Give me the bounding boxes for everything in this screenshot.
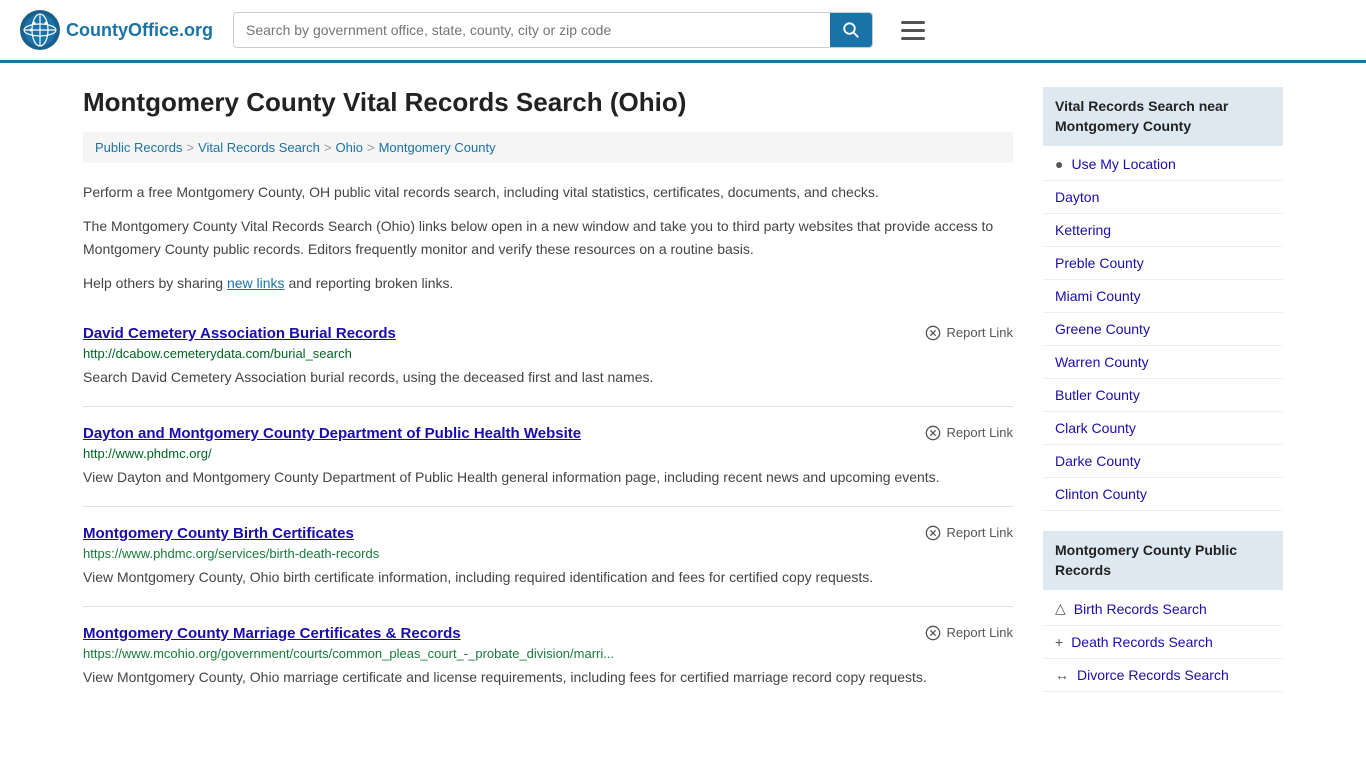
- breadcrumb-montgomery[interactable]: Montgomery County: [379, 140, 496, 155]
- nearby-link[interactable]: Clinton County: [1055, 486, 1147, 502]
- search-input[interactable]: [234, 14, 830, 46]
- sidebar: Vital Records Search near Montgomery Cou…: [1043, 87, 1283, 712]
- sidebar-item-death-records[interactable]: + Death Records Search: [1043, 626, 1283, 659]
- menu-button[interactable]: [893, 17, 933, 44]
- sidebar-item-use-my-location[interactable]: ● Use My Location: [1043, 148, 1283, 181]
- logo-icon: [20, 10, 60, 50]
- nearby-link[interactable]: Greene County: [1055, 321, 1150, 337]
- sidebar-item-dayton[interactable]: Dayton: [1043, 181, 1283, 214]
- record-item: Montgomery County Marriage Certificates …: [83, 606, 1013, 706]
- nearby-link[interactable]: Darke County: [1055, 453, 1141, 469]
- sidebar-item-greene-county[interactable]: Greene County: [1043, 313, 1283, 346]
- record-url: https://www.phdmc.org/services/birth-dea…: [83, 546, 1013, 561]
- sidebar-item-kettering[interactable]: Kettering: [1043, 214, 1283, 247]
- record-desc: View Montgomery County, Ohio marriage ce…: [83, 667, 1013, 688]
- sidebar-nearby-header: Vital Records Search near Montgomery Cou…: [1043, 87, 1283, 146]
- report-icon: [925, 325, 941, 341]
- sidebar-item-clinton-county[interactable]: Clinton County: [1043, 478, 1283, 511]
- record-title[interactable]: Dayton and Montgomery County Department …: [83, 425, 581, 442]
- record-header: Montgomery County Birth Certificates Rep…: [83, 525, 1013, 542]
- nearby-link[interactable]: Miami County: [1055, 288, 1141, 304]
- header: CountyOffice.org: [0, 0, 1366, 63]
- sidebar-item-warren-county[interactable]: Warren County: [1043, 346, 1283, 379]
- sidebar-item-miami-county[interactable]: Miami County: [1043, 280, 1283, 313]
- description-1: Perform a free Montgomery County, OH pub…: [83, 181, 1013, 203]
- search-icon: [842, 21, 860, 39]
- sidebar-item-butler-county[interactable]: Butler County: [1043, 379, 1283, 412]
- search-button[interactable]: [830, 13, 872, 47]
- public-records-link[interactable]: Death Records Search: [1071, 634, 1213, 650]
- report-icon: [925, 525, 941, 541]
- breadcrumb-sep: >: [367, 140, 375, 155]
- record-title[interactable]: Montgomery County Birth Certificates: [83, 525, 354, 542]
- report-link-button[interactable]: Report Link: [925, 525, 1013, 541]
- public-records-link[interactable]: Birth Records Search: [1074, 601, 1207, 617]
- record-desc: View Dayton and Montgomery County Depart…: [83, 467, 1013, 488]
- divorce-icon: ↔: [1055, 667, 1069, 683]
- breadcrumb-public-records[interactable]: Public Records: [95, 140, 182, 155]
- location-icon: ●: [1055, 156, 1063, 172]
- public-records-link[interactable]: Divorce Records Search: [1077, 667, 1229, 683]
- report-link-button[interactable]: Report Link: [925, 425, 1013, 441]
- nearby-link[interactable]: Kettering: [1055, 222, 1111, 238]
- report-icon: [925, 625, 941, 641]
- sidebar-nearby-list: ● Use My Location Dayton Kettering Prebl…: [1043, 148, 1283, 511]
- cross-icon: +: [1055, 634, 1063, 650]
- nearby-link[interactable]: Preble County: [1055, 255, 1144, 271]
- breadcrumb: Public Records > Vital Records Search > …: [83, 132, 1013, 163]
- report-icon: [925, 425, 941, 441]
- new-links[interactable]: new links: [227, 275, 285, 291]
- record-url: http://dcabow.cemeterydata.com/burial_se…: [83, 346, 1013, 361]
- menu-line: [901, 21, 925, 24]
- record-header: Montgomery County Marriage Certificates …: [83, 625, 1013, 642]
- logo[interactable]: CountyOffice.org: [20, 10, 213, 50]
- record-title[interactable]: Montgomery County Marriage Certificates …: [83, 625, 461, 642]
- main-content: Montgomery County Vital Records Search (…: [83, 87, 1013, 712]
- breadcrumb-ohio[interactable]: Ohio: [336, 140, 363, 155]
- nearby-link[interactable]: Clark County: [1055, 420, 1136, 436]
- sidebar-public-records-list: △ Birth Records Search + Death Records S…: [1043, 592, 1283, 692]
- report-link-button[interactable]: Report Link: [925, 325, 1013, 341]
- page-title: Montgomery County Vital Records Search (…: [83, 87, 1013, 118]
- logo-text: CountyOffice.org: [66, 20, 213, 41]
- sidebar-item-darke-county[interactable]: Darke County: [1043, 445, 1283, 478]
- search-area: [233, 12, 873, 48]
- record-desc: View Montgomery County, Ohio birth certi…: [83, 567, 1013, 588]
- sidebar-item-birth-records[interactable]: △ Birth Records Search: [1043, 592, 1283, 626]
- breadcrumb-sep: >: [324, 140, 332, 155]
- record-header: David Cemetery Association Burial Record…: [83, 325, 1013, 342]
- breadcrumb-vital-records[interactable]: Vital Records Search: [198, 140, 320, 155]
- nearby-link[interactable]: Use My Location: [1071, 156, 1175, 172]
- record-url: http://www.phdmc.org/: [83, 446, 1013, 461]
- report-link-button[interactable]: Report Link: [925, 625, 1013, 641]
- record-desc: Search David Cemetery Association burial…: [83, 367, 1013, 388]
- content-wrapper: Montgomery County Vital Records Search (…: [63, 63, 1303, 736]
- description-3: Help others by sharing new links and rep…: [83, 272, 1013, 294]
- sidebar-item-clark-county[interactable]: Clark County: [1043, 412, 1283, 445]
- sidebar-item-preble-county[interactable]: Preble County: [1043, 247, 1283, 280]
- menu-line: [901, 29, 925, 32]
- nearby-link[interactable]: Butler County: [1055, 387, 1140, 403]
- sidebar-item-divorce-records[interactable]: ↔ Divorce Records Search: [1043, 659, 1283, 692]
- record-title[interactable]: David Cemetery Association Burial Record…: [83, 325, 396, 342]
- person-icon: △: [1055, 600, 1066, 617]
- nearby-link[interactable]: Warren County: [1055, 354, 1149, 370]
- sidebar-public-records-header: Montgomery County Public Records: [1043, 531, 1283, 590]
- record-header: Dayton and Montgomery County Department …: [83, 425, 1013, 442]
- record-item: Dayton and Montgomery County Department …: [83, 406, 1013, 506]
- breadcrumb-sep: >: [186, 140, 194, 155]
- record-item: Montgomery County Birth Certificates Rep…: [83, 506, 1013, 606]
- menu-line: [901, 37, 925, 40]
- record-item: David Cemetery Association Burial Record…: [83, 307, 1013, 406]
- record-url: https://www.mcohio.org/government/courts…: [83, 646, 1013, 661]
- records-list: David Cemetery Association Burial Record…: [83, 307, 1013, 706]
- description-2: The Montgomery County Vital Records Sear…: [83, 215, 1013, 260]
- nearby-link[interactable]: Dayton: [1055, 189, 1099, 205]
